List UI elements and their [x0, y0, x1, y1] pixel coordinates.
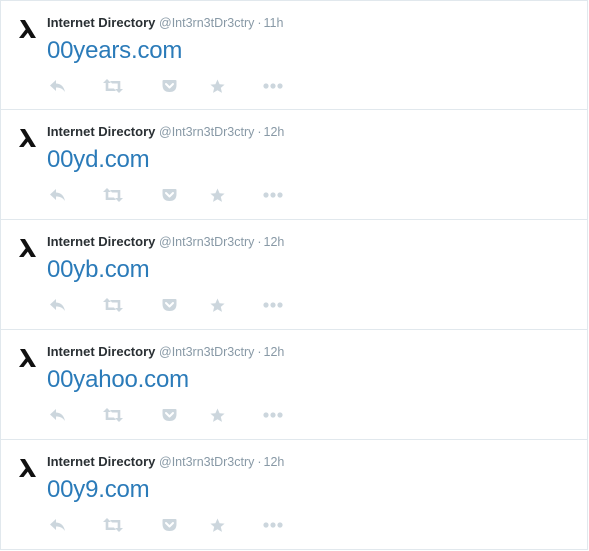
- author-name[interactable]: Internet Directory: [47, 454, 155, 469]
- tweet-link[interactable]: 00yahoo.com: [47, 366, 189, 394]
- reply-icon[interactable]: [47, 77, 67, 95]
- tweet-actions: [47, 77, 287, 95]
- tweet-link[interactable]: 00yb.com: [47, 256, 150, 284]
- tweet[interactable]: Internet Directory @Int3rn3tDr3ctry · 12h …: [1, 330, 587, 440]
- tweet-header: Internet Directory @Int3rn3tDr3ctry · 12h: [47, 344, 284, 360]
- reply-icon[interactable]: [47, 186, 67, 204]
- retweet-icon[interactable]: [103, 186, 123, 204]
- tweet-link[interactable]: 00y9.com: [47, 476, 150, 504]
- tweet[interactable]: Internet Directory @Int3rn3tDr3ctry · 12h …: [1, 440, 587, 550]
- lambda-logo-icon[interactable]: [17, 237, 39, 259]
- tweet[interactable]: Internet Directory @Int3rn3tDr3ctry · 12h …: [1, 110, 587, 220]
- reply-icon[interactable]: [47, 296, 67, 314]
- lambda-logo-icon[interactable]: [17, 457, 39, 479]
- tweet-header: Internet Directory @Int3rn3tDr3ctry · 12h: [47, 234, 284, 250]
- retweet-icon[interactable]: [103, 516, 123, 534]
- favorite-star-icon[interactable]: [207, 186, 227, 204]
- retweet-icon[interactable]: [103, 77, 123, 95]
- lambda-logo-icon[interactable]: [17, 127, 39, 149]
- retweet-icon[interactable]: [103, 296, 123, 314]
- favorite-star-icon[interactable]: [207, 296, 227, 314]
- tweet-actions: [47, 406, 287, 424]
- separator-dot: ·: [257, 345, 262, 359]
- author-handle[interactable]: @Int3rn3tDr3ctry: [159, 125, 254, 139]
- tweet-link[interactable]: 00years.com: [47, 37, 182, 65]
- more-dots-icon[interactable]: [263, 186, 283, 204]
- author-handle[interactable]: @Int3rn3tDr3ctry: [159, 345, 254, 359]
- pocket-icon[interactable]: [159, 296, 179, 314]
- separator-dot: ·: [257, 125, 262, 139]
- tweet-actions: [47, 296, 287, 314]
- favorite-star-icon[interactable]: [207, 516, 227, 534]
- reply-icon[interactable]: [47, 406, 67, 424]
- tweet[interactable]: Internet Directory @Int3rn3tDr3ctry · 11h …: [1, 0, 587, 110]
- more-dots-icon[interactable]: [263, 296, 283, 314]
- separator-dot: ·: [257, 16, 262, 30]
- author-name[interactable]: Internet Directory: [47, 344, 155, 359]
- pocket-icon[interactable]: [159, 186, 179, 204]
- separator-dot: ·: [257, 235, 262, 249]
- tweet-timeline: Internet Directory @Int3rn3tDr3ctry · 11h …: [0, 0, 588, 550]
- tweet-header: Internet Directory @Int3rn3tDr3ctry · 11h: [47, 15, 283, 31]
- favorite-star-icon[interactable]: [207, 406, 227, 424]
- retweet-icon[interactable]: [103, 406, 123, 424]
- author-handle[interactable]: @Int3rn3tDr3ctry: [159, 455, 254, 469]
- author-handle[interactable]: @Int3rn3tDr3ctry: [159, 16, 254, 30]
- author-name[interactable]: Internet Directory: [47, 234, 155, 249]
- tweet-timestamp[interactable]: 12h: [264, 125, 285, 139]
- tweet-actions: [47, 186, 287, 204]
- tweet-actions: [47, 516, 287, 534]
- tweet-timestamp[interactable]: 11h: [264, 16, 284, 30]
- author-name[interactable]: Internet Directory: [47, 15, 155, 30]
- pocket-icon[interactable]: [159, 516, 179, 534]
- favorite-star-icon[interactable]: [207, 77, 227, 95]
- tweet-timestamp[interactable]: 12h: [264, 455, 285, 469]
- more-dots-icon[interactable]: [263, 77, 283, 95]
- tweet-timestamp[interactable]: 12h: [264, 235, 285, 249]
- tweet-link[interactable]: 00yd.com: [47, 146, 150, 174]
- lambda-logo-icon[interactable]: [17, 347, 39, 369]
- tweet-header: Internet Directory @Int3rn3tDr3ctry · 12h: [47, 124, 284, 140]
- tweet-header: Internet Directory @Int3rn3tDr3ctry · 12h: [47, 454, 284, 470]
- reply-icon[interactable]: [47, 516, 67, 534]
- tweet[interactable]: Internet Directory @Int3rn3tDr3ctry · 12h …: [1, 220, 587, 330]
- author-handle[interactable]: @Int3rn3tDr3ctry: [159, 235, 254, 249]
- lambda-logo-icon[interactable]: [17, 18, 39, 40]
- more-dots-icon[interactable]: [263, 516, 283, 534]
- separator-dot: ·: [257, 455, 262, 469]
- tweet-timestamp[interactable]: 12h: [264, 345, 285, 359]
- more-dots-icon[interactable]: [263, 406, 283, 424]
- pocket-icon[interactable]: [159, 406, 179, 424]
- author-name[interactable]: Internet Directory: [47, 124, 155, 139]
- pocket-icon[interactable]: [159, 77, 179, 95]
